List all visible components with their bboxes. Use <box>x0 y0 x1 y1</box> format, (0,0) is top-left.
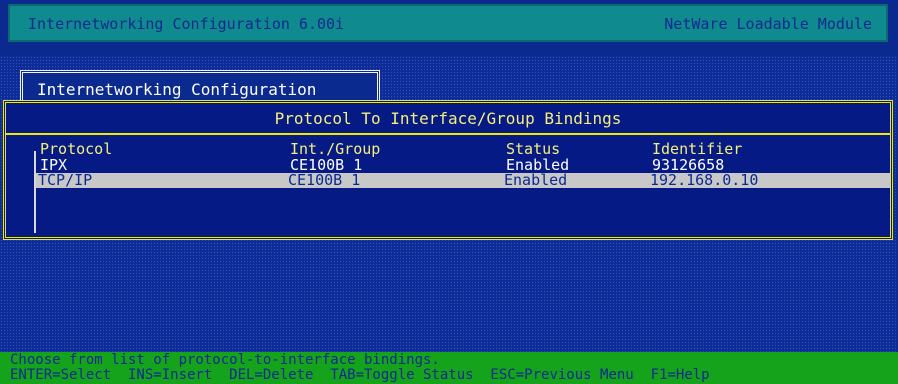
column-protocol: Protocol <box>40 140 113 158</box>
column-group: Int./Group <box>290 140 381 158</box>
column-status: Status <box>506 140 561 158</box>
menu-tab[interactable]: Internetworking Configuration <box>20 70 380 104</box>
status-hint: Choose from list of protocol-to-interfac… <box>10 352 440 368</box>
row-status: Enabled <box>504 171 568 189</box>
column-identifier: Identifier <box>652 140 743 158</box>
binding-row-selected[interactable]: TCP/IP CE100B_1 Enabled 192.168.0.10 <box>36 173 890 188</box>
panel-divider <box>6 133 890 135</box>
bindings-panel: Protocol To Interface/Group Bindings Pro… <box>3 100 893 240</box>
title-bar: Internetworking Configuration 6.00i NetW… <box>8 4 888 42</box>
module-type: NetWare Loadable Module <box>664 15 872 33</box>
status-bar: Choose from list of protocol-to-interfac… <box>0 352 898 384</box>
menu-tab-label: Internetworking Configuration <box>37 80 317 99</box>
binding-row[interactable]: IPX CE100B_1 Enabled 93126658 <box>38 158 888 173</box>
row-group: CE100B_1 <box>288 171 361 189</box>
panel-title: Protocol To Interface/Group Bindings <box>274 109 622 128</box>
app-title: Internetworking Configuration 6.00i <box>28 15 345 33</box>
key-help: ENTER=Select INS=Insert DEL=Delete TAB=T… <box>10 367 710 383</box>
list-scrollbar[interactable] <box>34 151 36 233</box>
row-protocol: TCP/IP <box>38 171 93 189</box>
row-identifier: 192.168.0.10 <box>650 171 759 189</box>
